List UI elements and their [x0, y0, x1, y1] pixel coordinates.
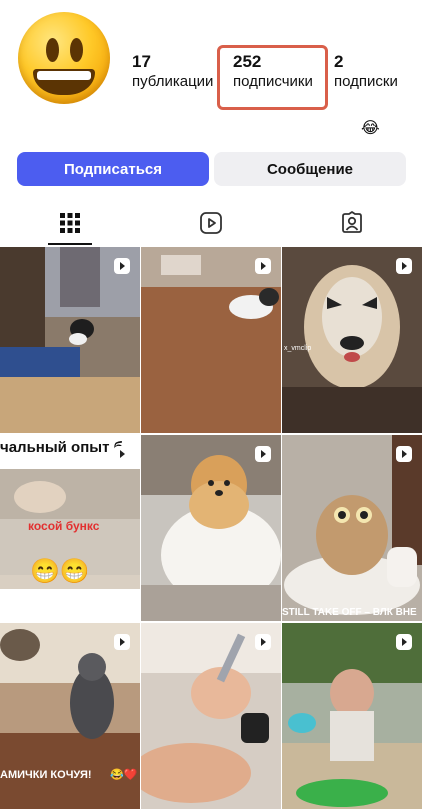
- reels-icon: [200, 212, 222, 234]
- reel-badge-icon: [396, 634, 412, 650]
- avatar-eye-left: [46, 38, 59, 62]
- post-caption: x_vmclip: [284, 345, 312, 352]
- post-caption: АМИЧКИ КОЧУЯ!: [0, 769, 92, 781]
- post-tile[interactable]: [141, 435, 281, 621]
- post-tile[interactable]: чальный опыт б косой бункс 😁😁: [0, 435, 140, 621]
- stat-posts-value: 17: [132, 52, 151, 71]
- post-tile[interactable]: STILL TAKE OFF – ВЛК ВНЕ: [282, 435, 422, 621]
- follow-button[interactable]: Подписаться: [17, 152, 209, 186]
- stat-posts[interactable]: 17 публикации: [132, 52, 213, 92]
- stat-following[interactable]: 2 подписки: [334, 52, 398, 92]
- tab-grid[interactable]: [0, 200, 140, 246]
- reel-badge-icon: [114, 258, 130, 274]
- followers-highlight-box: [217, 45, 328, 110]
- reel-badge-icon: [114, 634, 130, 650]
- reel-badge-icon: [255, 446, 271, 462]
- active-tab-indicator: [48, 243, 92, 245]
- avatar-eye-right: [70, 38, 83, 62]
- post-tile[interactable]: [0, 247, 140, 433]
- tab-tagged[interactable]: [282, 200, 422, 246]
- stat-following-label: подписки: [334, 73, 398, 90]
- reel-badge-icon: [396, 258, 412, 274]
- post-emoji: 😁😁: [30, 558, 90, 585]
- tab-reels[interactable]: [141, 200, 281, 246]
- bio-emoji: 😂: [361, 120, 380, 137]
- reel-badge-icon: [255, 634, 271, 650]
- post-tile[interactable]: [282, 623, 422, 809]
- stat-posts-label: публикации: [132, 73, 214, 90]
- posts-grid: x_vmclip чальный опыт б косой бункс 😁😁 S…: [0, 247, 422, 809]
- reel-badge-icon: [396, 446, 412, 462]
- grid-icon: [60, 213, 80, 233]
- post-overlay-text: косой бункс: [28, 519, 100, 533]
- post-caption: чальный опыт б: [0, 439, 123, 456]
- post-tile[interactable]: [141, 247, 281, 433]
- reel-badge-icon: [114, 446, 130, 462]
- post-emoji: 😂❤️: [110, 769, 138, 781]
- stat-following-value: 2: [334, 52, 344, 71]
- profile-tabs: [0, 200, 422, 246]
- profile-header: 17 публикации 252 подписчики 2 подписки: [0, 0, 422, 120]
- message-button[interactable]: Сообщение: [214, 152, 406, 186]
- post-caption: STILL TAKE OFF – ВЛК ВНЕ: [282, 607, 417, 618]
- post-tile[interactable]: x_vmclip: [282, 247, 422, 433]
- reel-badge-icon: [255, 258, 271, 274]
- post-tile[interactable]: АМИЧКИ КОЧУЯ! 😂❤️: [0, 623, 140, 809]
- avatar-teeth: [37, 71, 91, 80]
- post-tile[interactable]: [141, 623, 281, 809]
- avatar[interactable]: [18, 12, 110, 104]
- tagged-icon: [342, 211, 362, 233]
